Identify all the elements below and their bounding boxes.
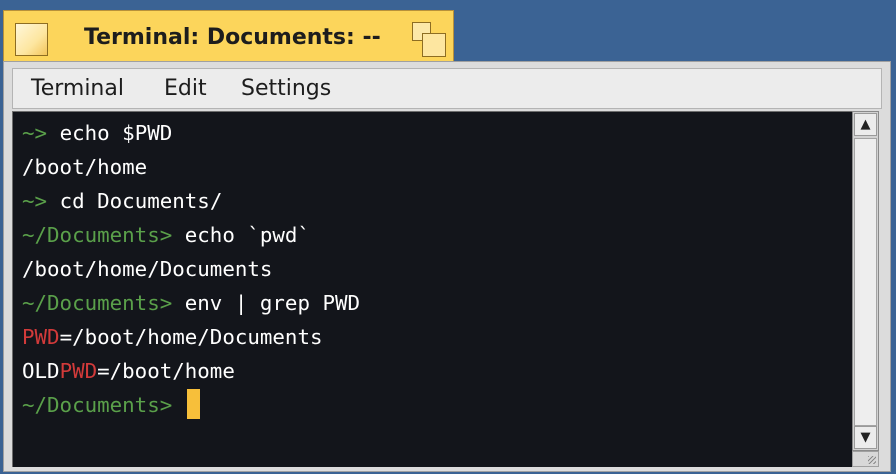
terminal-line: ~> cd Documents/ <box>22 184 222 218</box>
scroll-down-button[interactable]: ▼ <box>854 426 877 449</box>
output-text: echo `pwd` <box>172 223 310 247</box>
zoom-icon[interactable] <box>412 22 448 58</box>
menu-bar: Terminal Edit Settings <box>12 68 882 109</box>
menu-terminal[interactable]: Terminal <box>31 76 124 101</box>
output-text: cd Documents/ <box>47 189 223 213</box>
triangle-down-icon: ▼ <box>860 430 871 445</box>
terminal-line: ~/Documents> env | grep PWD <box>22 286 360 320</box>
terminal-line: OLDPWD=/boot/home <box>22 354 235 388</box>
prompt-text: ~/Documents> <box>22 291 173 315</box>
triangle-up-icon: ▲ <box>860 117 871 132</box>
scroll-thumb[interactable] <box>854 138 877 426</box>
output-text: /boot/home/Documents <box>22 257 273 281</box>
highlight-text: PWD <box>59 359 98 383</box>
output-text: /boot/home <box>22 155 148 179</box>
terminal-line: ~> echo $PWD <box>22 116 172 150</box>
output-text: =/boot/home <box>97 359 235 383</box>
terminal-window: Terminal Edit Settings ~> echo $PWD/boot… <box>3 61 891 472</box>
output-text: OLD <box>22 359 60 383</box>
menu-edit[interactable]: Edit <box>164 76 207 101</box>
close-icon[interactable] <box>15 23 48 56</box>
scroll-up-button[interactable]: ▲ <box>854 113 877 136</box>
terminal-output[interactable]: ~> echo $PWD/boot/home ~> cd Documents/~/… <box>12 111 852 467</box>
terminal-line: /boot/home/Documents <box>22 252 272 286</box>
terminal-line: PWD=/boot/home/Documents <box>22 320 323 354</box>
highlight-text: PWD <box>22 325 60 349</box>
output-text: echo $PWD <box>47 121 173 145</box>
prompt-text: ~/Documents> <box>22 393 173 417</box>
terminal-line: /boot/home <box>22 150 147 184</box>
vertical-scrollbar[interactable]: ▲ ▼ <box>852 111 879 451</box>
resize-grip[interactable] <box>852 451 879 467</box>
menu-settings[interactable]: Settings <box>241 76 331 101</box>
window-tab[interactable]: Terminal: Documents: -- <box>3 10 454 62</box>
text-cursor <box>186 389 200 419</box>
output-text: env | grep PWD <box>172 291 361 315</box>
terminal-line: ~/Documents> echo `pwd` <box>22 218 310 252</box>
window-title: Terminal: Documents: -- <box>84 25 381 50</box>
prompt-text: ~> <box>22 121 48 145</box>
prompt-text: ~/Documents> <box>22 223 173 247</box>
prompt-text: ~> <box>22 189 48 213</box>
terminal-line: ~/Documents> <box>22 388 200 422</box>
output-text: =/boot/home/Documents <box>59 325 323 349</box>
